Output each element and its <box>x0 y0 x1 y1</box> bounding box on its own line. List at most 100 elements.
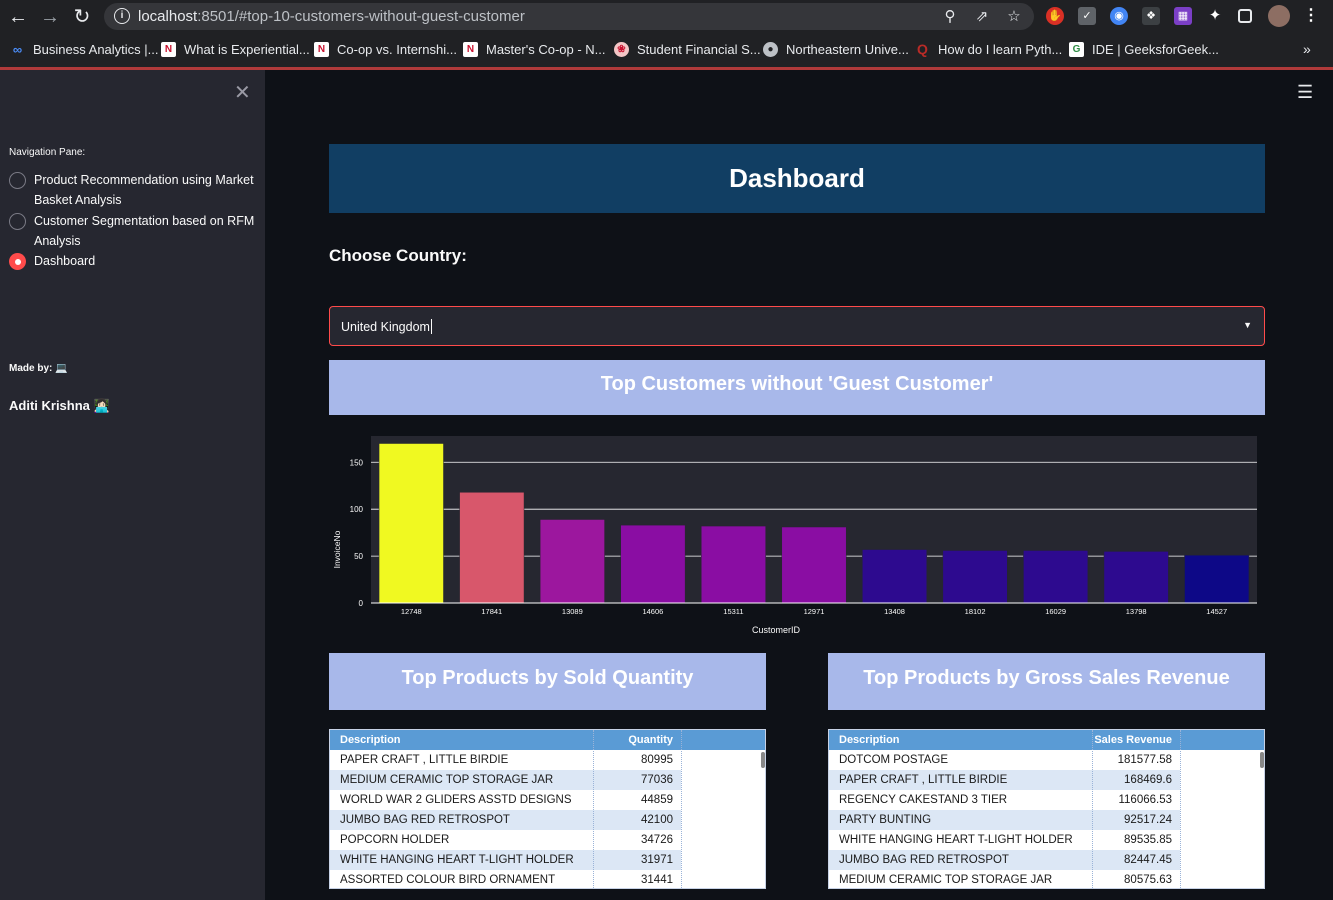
table-row: ASSORTED COLOUR BIRD ORNAMENT 31441 <box>330 870 681 888</box>
forward-arrow-icon[interactable]: → <box>38 5 62 29</box>
share-icon[interactable]: ⇗ <box>972 7 992 27</box>
cell-value: 168469.6 <box>1124 774 1172 786</box>
bookmark-star-icon[interactable]: ☆ <box>1004 7 1024 27</box>
top-products-qty-table: Description Quantity PAPER CRAFT , LITTL… <box>329 729 766 889</box>
table-row: WORLD WAR 2 GLIDERS ASSTD DESIGNS 44859 <box>330 790 681 810</box>
column-divider <box>593 730 594 888</box>
radio-button[interactable] <box>9 213 26 230</box>
quora-icon: Q <box>917 40 928 57</box>
table-row: MEDIUM CERAMIC TOP STORAGE JAR 80575.63 <box>829 870 1180 888</box>
extension-icon[interactable]: ▦ <box>1174 7 1192 25</box>
chart-bar <box>1103 551 1169 604</box>
top-products-revenue-title: Top Products by Gross Sales Revenue <box>828 653 1265 710</box>
cell-value: 82447.45 <box>1124 854 1172 866</box>
adblock-extension-icon[interactable]: ✋ <box>1046 7 1064 25</box>
choose-country-label: Choose Country: <box>329 246 467 265</box>
n-logo-icon: N <box>463 41 478 57</box>
top-products-revenue-table: Description Sales Revenue DOTCOM POSTAGE… <box>828 729 1265 889</box>
country-select[interactable]: United Kingdom ▼ <box>329 306 1265 346</box>
kebab-menu-icon[interactable]: ⋮ <box>1302 7 1320 25</box>
column-header[interactable]: Quantity <box>628 730 673 750</box>
bookmark-item[interactable]: ❀ Student Financial S... <box>614 40 761 58</box>
table-row: JUMBO BAG RED RETROSPOT 42100 <box>330 810 681 830</box>
bookmark-item[interactable]: N Co-op vs. Internshi... <box>314 40 457 58</box>
chart-bar <box>862 549 928 604</box>
infinity-icon: ∞ <box>12 41 23 57</box>
cell-description: POPCORN HOLDER <box>340 834 450 846</box>
top-products-qty-title: Top Products by Sold Quantity <box>329 653 766 710</box>
nav-option-label: Dashboard <box>34 254 96 268</box>
bookmark-label: IDE | GeeksforGeek... <box>1092 41 1219 57</box>
browser-toolbar: ← → ↻ i localhost:8501/#top-10-customers… <box>0 0 1333 33</box>
column-divider <box>1092 730 1093 888</box>
table-row: POPCORN HOLDER 34726 <box>330 830 681 850</box>
author-name: Aditi Krishna 👩🏻‍💻 <box>9 398 110 413</box>
made-by-label: Made by: 💻 <box>9 363 68 374</box>
bookmark-item[interactable]: N What is Experiential... <box>161 40 310 58</box>
hamburger-menu-icon[interactable]: ☰ <box>1297 82 1313 103</box>
extension-icon[interactable]: ✓ <box>1078 7 1096 25</box>
bookmark-item[interactable]: Q How do I learn Pyth... <box>915 40 1062 58</box>
cell-description: WORLD WAR 2 GLIDERS ASSTD DESIGNS <box>340 794 572 806</box>
globe-icon: ● <box>763 41 778 57</box>
column-divider <box>681 730 682 888</box>
table-row: WHITE HANGING HEART T-LIGHT HOLDER 89535.… <box>829 830 1180 850</box>
chart-bar <box>539 519 605 604</box>
puzzle-extensions-icon[interactable]: ✦ <box>1206 7 1224 25</box>
table-row: PARTY BUNTING 92517.24 <box>829 810 1180 830</box>
seal-icon: ❀ <box>614 41 629 57</box>
nav-option-market-basket[interactable]: Product Recommendation using Market Bask… <box>9 170 259 210</box>
page-title: Dashboard <box>329 144 1265 213</box>
main-content: ☰ Dashboard Choose Country: United Kingd… <box>265 70 1333 900</box>
table-row: MEDIUM CERAMIC TOP STORAGE JAR 77036 <box>330 770 681 790</box>
nav-option-label: Product Recommendation using Market Bask… <box>34 173 254 207</box>
chart-section-title: Top Customers without 'Guest Customer' <box>329 360 1265 415</box>
cell-description: WHITE HANGING HEART T-LIGHT HOLDER <box>839 834 1073 846</box>
bookmark-label: Co-op vs. Internshi... <box>337 41 457 57</box>
side-panel-icon[interactable] <box>1238 9 1252 23</box>
cell-value: 80995 <box>641 754 673 766</box>
cell-description: PAPER CRAFT , LITTLE BIRDIE <box>340 754 509 766</box>
table-scrollbar[interactable] <box>1260 752 1264 768</box>
cell-value: 89535.85 <box>1124 834 1172 846</box>
radio-button-selected[interactable] <box>9 253 26 270</box>
chart-bar <box>459 492 525 604</box>
extension-icon[interactable]: ❖ <box>1142 7 1160 25</box>
chart-bar <box>620 524 686 604</box>
column-header[interactable]: Description <box>340 730 401 750</box>
chart-bar <box>378 443 444 604</box>
back-arrow-icon[interactable]: ← <box>6 5 30 29</box>
address-bar[interactable]: i localhost:8501/#top-10-customers-witho… <box>104 3 1034 30</box>
bookmark-label: How do I learn Pyth... <box>938 41 1063 57</box>
bookmark-item[interactable]: ∞ Business Analytics |... <box>10 40 159 58</box>
cell-value: 80575.63 <box>1124 874 1172 886</box>
bookmark-item[interactable]: N Master's Co-op - N... <box>463 40 606 58</box>
top-customers-bar-chart: 0 50 100 150 12748 17841 13089 14606 15311 12971 1… <box>332 436 1257 635</box>
reload-icon[interactable]: ↻ <box>70 5 94 29</box>
extension-icon[interactable]: ◉ <box>1110 7 1128 25</box>
url-text: localhost:8501/#top-10-customers-without… <box>138 8 525 25</box>
table-row: PAPER CRAFT , LITTLE BIRDIE 168469.6 <box>829 770 1180 790</box>
site-info-icon[interactable]: i <box>114 8 130 24</box>
bookmark-item[interactable]: G IDE | GeeksforGeek... <box>1069 40 1219 58</box>
column-header[interactable]: Description <box>839 730 900 750</box>
bookmark-label: Business Analytics |... <box>33 41 159 57</box>
zoom-icon[interactable]: ⚲ <box>940 7 960 27</box>
nav-option-rfm-segmentation[interactable]: Customer Segmentation based on RFM Analy… <box>9 211 259 251</box>
profile-avatar[interactable] <box>1268 5 1290 27</box>
bookmark-label: What is Experiential... <box>184 41 310 57</box>
close-sidebar-icon[interactable]: ✕ <box>234 80 251 105</box>
radio-button[interactable] <box>9 172 26 189</box>
bookmark-label: Northeastern Unive... <box>786 41 909 57</box>
chevron-down-icon[interactable]: ▼ <box>1243 320 1252 330</box>
table-row: JUMBO BAG RED RETROSPOT 82447.45 <box>829 850 1180 870</box>
bookmark-label: Master's Co-op - N... <box>486 41 606 57</box>
bookmark-item[interactable]: ● Northeastern Unive... <box>763 40 909 58</box>
column-header[interactable]: Sales Revenue <box>1094 730 1172 750</box>
table-scrollbar[interactable] <box>761 752 765 768</box>
chart-x-tick-label: 13089 <box>562 607 583 616</box>
more-bookmarks-chevron-icon[interactable]: » <box>1303 40 1311 58</box>
nav-option-dashboard[interactable]: Dashboard <box>9 251 259 271</box>
cell-value: 92517.24 <box>1124 814 1172 826</box>
cell-value: 77036 <box>641 774 673 786</box>
